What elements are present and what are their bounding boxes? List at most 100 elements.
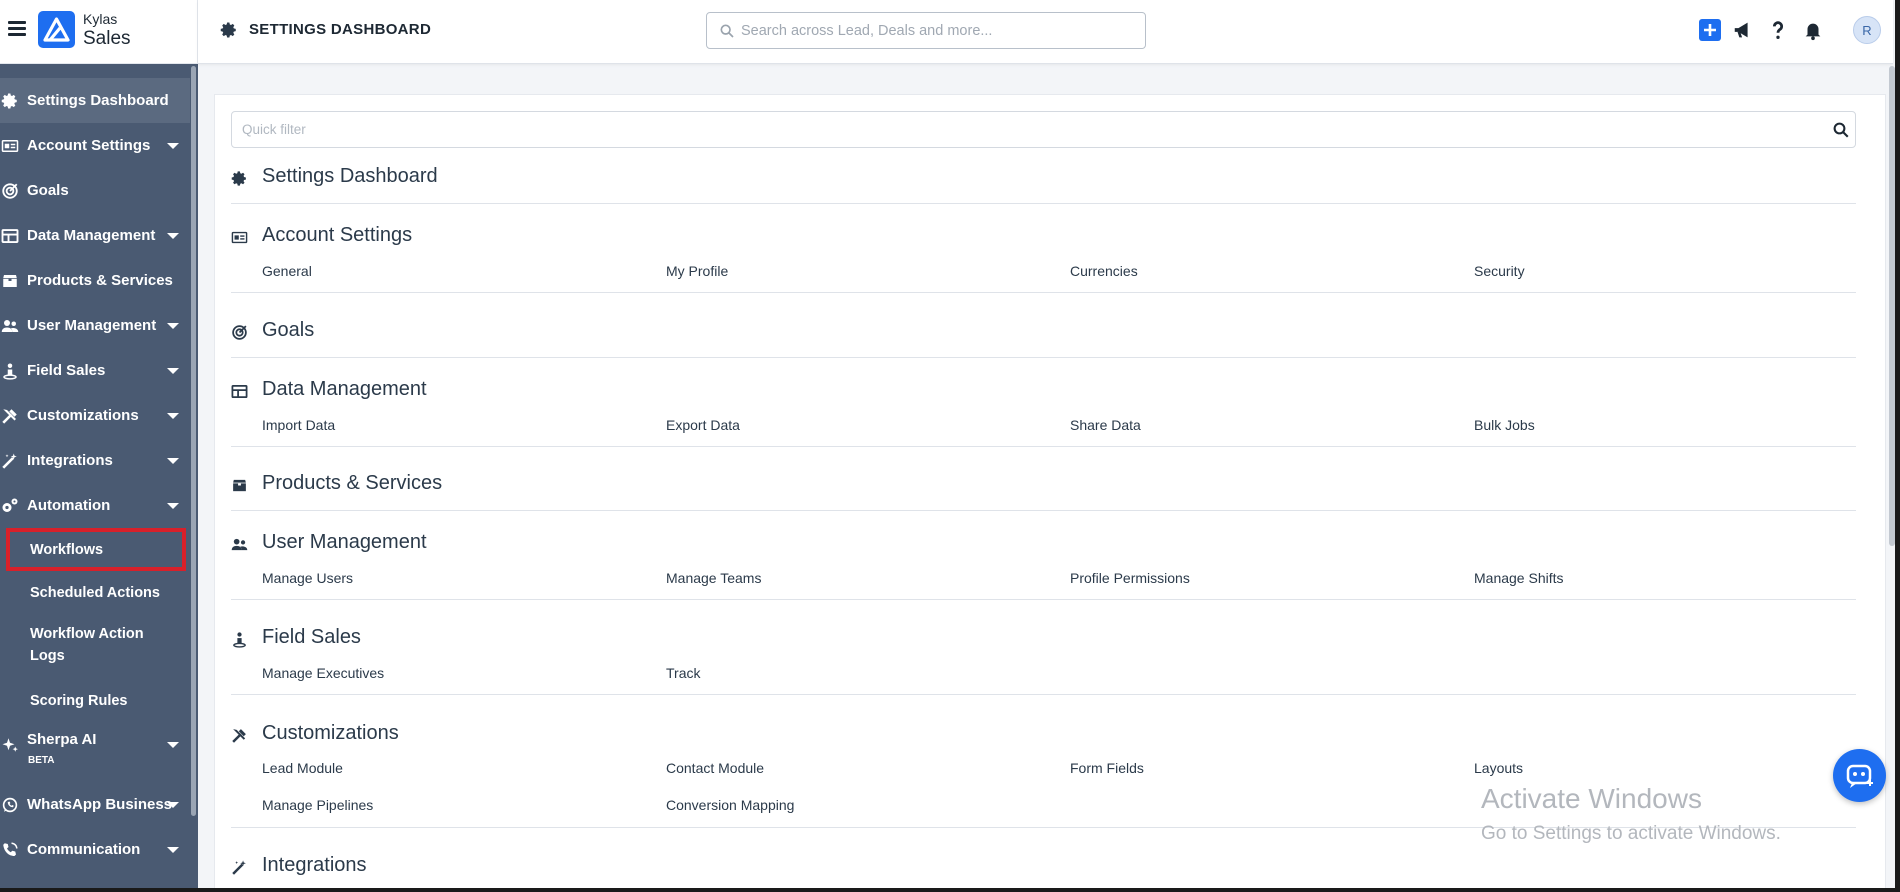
chevron-down-icon[interactable]: [167, 233, 179, 239]
quick-filter-input[interactable]: [242, 112, 1812, 147]
sidebar-item-goals[interactable]: Goals: [0, 168, 190, 213]
chevron-down-icon[interactable]: [167, 368, 179, 374]
section-field-sales: Field Sales Manage Executives Track: [231, 626, 1856, 695]
section-title[interactable]: User Management: [262, 531, 427, 554]
link-profile-permissions[interactable]: Profile Permissions: [1070, 570, 1190, 586]
search-icon[interactable]: [1832, 121, 1850, 139]
section-title[interactable]: Account Settings: [262, 224, 412, 247]
help-icon[interactable]: [1767, 19, 1789, 41]
sidebar-item-whatsapp-business[interactable]: WhatsApp Business: [0, 782, 190, 827]
section-user-management: User Management Manage Users Manage Team…: [231, 531, 1856, 600]
link-manage-teams[interactable]: Manage Teams: [666, 570, 761, 586]
sidebar-item-field-sales[interactable]: Field Sales: [0, 348, 190, 393]
sidebar-item-customizations[interactable]: Customizations: [0, 393, 190, 438]
sidebar-item-settings-dashboard[interactable]: Settings Dashboard: [0, 78, 190, 123]
section-settings-dashboard: Settings Dashboard: [231, 165, 1856, 204]
chevron-down-icon[interactable]: [167, 458, 179, 464]
add-button[interactable]: [1699, 19, 1721, 41]
link-security[interactable]: Security: [1474, 263, 1525, 279]
link-my-profile[interactable]: My Profile: [666, 263, 728, 279]
link-contact-module[interactable]: Contact Module: [666, 760, 764, 776]
id-card-icon: [231, 231, 248, 244]
sidebar-item-label: User Management: [27, 317, 157, 334]
megaphone-icon[interactable]: [1732, 19, 1754, 41]
section-products-services: Products & Services: [231, 472, 1856, 511]
chevron-down-icon[interactable]: [167, 503, 179, 509]
quick-filter[interactable]: [231, 111, 1856, 148]
section-title[interactable]: Settings Dashboard: [262, 165, 438, 188]
link-manage-pipelines[interactable]: Manage Pipelines: [262, 797, 373, 813]
link-conversion-mapping[interactable]: Conversion Mapping: [666, 797, 794, 813]
link-share-data[interactable]: Share Data: [1070, 417, 1141, 433]
section-title[interactable]: Goals: [262, 319, 314, 342]
sidebar-item-label: Automation: [27, 497, 111, 514]
section-title[interactable]: Customizations: [262, 722, 399, 745]
chevron-down-icon[interactable]: [167, 802, 179, 808]
chat-bot-button[interactable]: [1833, 749, 1886, 802]
chevron-down-icon[interactable]: [167, 413, 179, 419]
chevron-down-icon[interactable]: [167, 742, 179, 748]
phone-signal-icon: [3, 842, 18, 856]
logo-icon: [43, 17, 70, 42]
sidebar-item-user-management[interactable]: User Management: [0, 303, 190, 348]
sidebar-subitem-scheduled-actions[interactable]: Scheduled Actions: [0, 571, 190, 614]
sidebar-item-label: Field Sales: [27, 362, 106, 379]
sidebar-item-communication[interactable]: Communication: [0, 827, 190, 872]
link-manage-shifts[interactable]: Manage Shifts: [1474, 570, 1564, 586]
search-icon: [720, 24, 734, 38]
table-icon: [1, 229, 19, 243]
link-manage-executives[interactable]: Manage Executives: [262, 665, 384, 681]
link-manage-users[interactable]: Manage Users: [262, 570, 353, 586]
sidebar-item-label: Sherpa AI: [27, 731, 97, 748]
plus-icon: [1704, 24, 1716, 36]
sidebar-item-sherpa-ai[interactable]: Sherpa AI BETA: [0, 722, 190, 782]
sidebar-item-data-management[interactable]: Data Management: [0, 213, 190, 258]
gear-icon: [231, 171, 246, 186]
link-currencies[interactable]: Currencies: [1070, 263, 1138, 279]
section-title[interactable]: Data Management: [262, 378, 427, 401]
sidebar-scrollbar[interactable]: [191, 66, 196, 816]
sidebar-nav: Settings Dashboard Account Settings Goal…: [0, 78, 190, 872]
window-edge: [1895, 0, 1900, 892]
sidebar-subitem-scoring-rules[interactable]: Scoring Rules: [0, 679, 190, 722]
sidebar-item-automation[interactable]: Automation: [0, 483, 190, 528]
avatar[interactable]: R: [1853, 16, 1881, 44]
whatsapp-icon: [2, 797, 18, 813]
sidebar-item-products-services[interactable]: Products & Services: [0, 258, 190, 303]
sparkle-icon: [2, 738, 18, 752]
menu-icon[interactable]: [8, 21, 26, 37]
link-general[interactable]: General: [262, 263, 312, 279]
sidebar-subitem-workflow-action-logs[interactable]: Workflow Action Logs: [0, 614, 150, 679]
sidebar-item-label: Settings Dashboard: [27, 92, 169, 109]
section-title[interactable]: Products & Services: [262, 472, 442, 495]
link-form-fields[interactable]: Form Fields: [1070, 760, 1144, 776]
link-export-data[interactable]: Export Data: [666, 417, 740, 433]
chevron-down-icon[interactable]: [167, 143, 179, 149]
link-layouts[interactable]: Layouts: [1474, 760, 1523, 776]
link-bulk-jobs[interactable]: Bulk Jobs: [1474, 417, 1535, 433]
person-pin-icon: [233, 632, 246, 648]
target-icon: [2, 183, 18, 199]
beta-badge: BETA: [28, 755, 55, 766]
section-title[interactable]: Field Sales: [262, 626, 361, 649]
search-input[interactable]: [741, 13, 1136, 48]
section-title[interactable]: Integrations: [262, 854, 367, 877]
link-lead-module[interactable]: Lead Module: [262, 760, 343, 776]
id-card-icon: [1, 140, 19, 152]
chevron-down-icon[interactable]: [167, 847, 179, 853]
link-track[interactable]: Track: [666, 665, 700, 681]
chevron-down-icon[interactable]: [167, 323, 179, 329]
bell-icon[interactable]: [1802, 19, 1824, 41]
table-icon: [231, 384, 248, 399]
link-import-data[interactable]: Import Data: [262, 417, 335, 433]
gear-icon: [1, 93, 17, 109]
sidebar-subitem-workflows[interactable]: Workflows: [6, 528, 186, 571]
settings-card: Settings Dashboard Account Settings Gene…: [214, 94, 1886, 892]
global-search[interactable]: [706, 12, 1146, 49]
page-title: SETTINGS DASHBOARD: [249, 21, 432, 38]
users-icon: [231, 538, 248, 551]
sidebar-item-label: Products & Services: [27, 272, 173, 289]
sidebar-item-account-settings[interactable]: Account Settings: [0, 123, 190, 168]
sidebar-item-integrations[interactable]: Integrations: [0, 438, 190, 483]
magic-wand-icon: [2, 453, 17, 469]
